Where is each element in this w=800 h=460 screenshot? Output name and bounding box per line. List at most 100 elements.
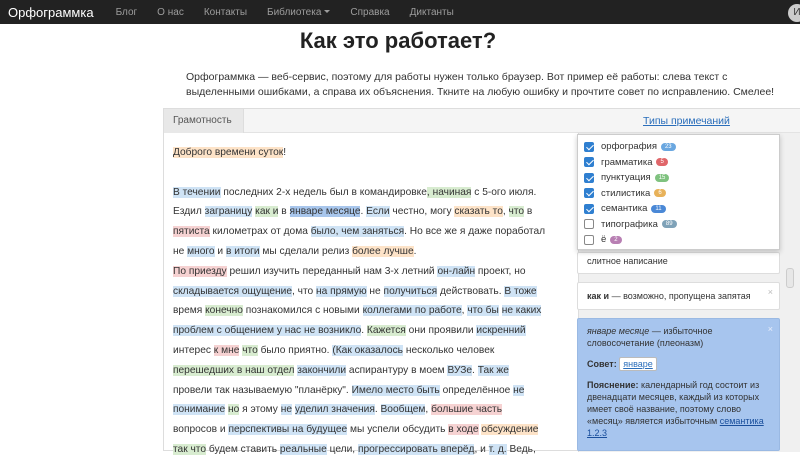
user-avatar[interactable]: И xyxy=(788,4,800,22)
error-mark[interactable]: заграницу xyxy=(204,206,253,218)
text-span: Ездил xyxy=(173,206,205,218)
error-mark[interactable]: было, чем заняться xyxy=(310,226,405,238)
error-mark[interactable]: ВУЗе xyxy=(447,364,473,376)
filter-label: семантика xyxy=(601,203,648,215)
error-mark[interactable]: Имело место быть xyxy=(351,384,440,396)
error-mark[interactable]: так что xyxy=(173,443,207,455)
filter-yo[interactable]: ё2 xyxy=(584,232,773,248)
text-span: . xyxy=(413,245,417,257)
filter-label: орфография xyxy=(601,141,657,153)
note-types-link[interactable]: Типы примечаний xyxy=(643,115,730,127)
checkbox-unchecked-icon[interactable] xyxy=(584,234,594,245)
error-mark[interactable]: складывается ощущение xyxy=(173,285,292,297)
nav-library[interactable]: Библиотека xyxy=(267,7,331,18)
count-badge: 11 xyxy=(651,204,666,213)
error-mark[interactable]: По приезду xyxy=(173,265,227,277)
error-mark[interactable]: пятиста xyxy=(173,226,210,238)
text-span: километрах от дома xyxy=(209,226,311,238)
error-mark[interactable]: что xyxy=(508,206,525,218)
error-mark[interactable]: что бы xyxy=(467,305,499,317)
filter-grammar[interactable]: грамматика 5 xyxy=(584,155,773,171)
error-mark[interactable]: не xyxy=(513,384,525,396)
brand-logo[interactable]: Орфограммка xyxy=(8,5,94,20)
error-mark[interactable]: он-лайн xyxy=(437,265,476,277)
error-mark[interactable]: не xyxy=(280,404,293,416)
error-mark[interactable]: т. д. xyxy=(488,443,507,455)
error-mark[interactable]: , начиная xyxy=(426,186,472,198)
error-mark[interactable]: реальные xyxy=(279,443,327,455)
error-mark[interactable]: к мне xyxy=(213,344,240,356)
error-mark[interactable]: в итоги xyxy=(225,245,260,257)
filter-style[interactable]: стилистика 6 xyxy=(584,186,773,202)
filter-spelling[interactable]: орфография 23 xyxy=(584,139,773,155)
error-mark[interactable]: сказать то xyxy=(454,206,503,218)
checkbox-checked-icon[interactable] xyxy=(584,157,594,168)
error-mark[interactable]: на прямую xyxy=(316,285,367,297)
error-mark[interactable]: более лучше xyxy=(352,245,414,257)
error-mark[interactable]: Так же xyxy=(477,364,509,376)
error-mark[interactable]: проблем с общением у нас не возникло xyxy=(173,325,362,337)
nav-about[interactable]: О нас xyxy=(157,7,184,18)
text-span: . xyxy=(374,404,381,416)
nav-blog[interactable]: Блог xyxy=(116,7,138,18)
filter-punctuation[interactable]: пунктуация 15 xyxy=(584,170,773,186)
error-mark[interactable]: не каких xyxy=(501,305,542,317)
error-mark[interactable]: как и xyxy=(255,206,279,218)
error-mark[interactable]: В тоже xyxy=(504,285,537,297)
checkbox-checked-icon[interactable] xyxy=(584,188,594,199)
error-mark[interactable]: искренний xyxy=(476,325,526,337)
checkbox-checked-icon[interactable] xyxy=(584,203,594,214)
error-mark[interactable]: конечно xyxy=(205,305,243,317)
checkbox-checked-icon[interactable] xyxy=(584,141,594,152)
error-mark[interactable]: перешедших в наш отдел xyxy=(173,364,295,376)
text-span: время xyxy=(173,305,206,317)
text-span: . xyxy=(472,364,478,376)
checkbox-checked-icon[interactable] xyxy=(584,172,594,183)
nav-contacts[interactable]: Контакты xyxy=(204,7,247,18)
error-mark[interactable]: обсуждение xyxy=(481,424,539,436)
text-span: в xyxy=(278,206,290,218)
error-mark[interactable]: много xyxy=(187,245,215,257)
note-card-3-active[interactable]: × январе месяце — избыточное словосочета… xyxy=(577,318,780,451)
checked-text: Доброго времени суток! В течении последн… xyxy=(173,143,553,460)
tab-grammar[interactable]: Грамотность xyxy=(164,109,244,133)
error-mark[interactable]: (Как оказалось xyxy=(332,344,403,356)
rule-link[interactable]: семантика xyxy=(720,416,764,426)
error-mark[interactable]: перспективы на будущее xyxy=(228,424,348,436)
note-card-2[interactable]: как и — возможно, пропущена запятая × xyxy=(577,282,780,310)
notes-scrollbar[interactable] xyxy=(786,268,794,288)
filter-label: грамматика xyxy=(601,156,653,168)
nav-dictations[interactable]: Диктанты xyxy=(410,7,454,18)
filter-typography[interactable]: типографика 89 xyxy=(584,217,773,233)
text-span: в xyxy=(524,206,533,218)
error-mark[interactable]: Если xyxy=(366,206,390,218)
filter-label: типографика xyxy=(601,218,658,230)
text-span: проект, но xyxy=(475,265,526,277)
error-mark[interactable]: Кажется xyxy=(366,325,406,337)
nav-help[interactable]: Справка xyxy=(350,7,389,18)
checkbox-unchecked-icon[interactable] xyxy=(584,219,594,230)
error-mark[interactable]: Доброго времени суток xyxy=(173,147,284,158)
error-mark[interactable]: в ходе xyxy=(448,424,479,436)
error-mark[interactable]: Вообщем xyxy=(380,404,426,416)
close-icon[interactable]: × xyxy=(768,287,773,297)
error-mark[interactable]: В течении xyxy=(173,186,221,198)
error-mark-selected[interactable]: январе месяце xyxy=(289,206,361,218)
text-span: провели так называемую "планёрку". xyxy=(173,384,352,396)
error-mark[interactable]: большие часть xyxy=(431,404,503,416)
error-mark[interactable]: получиться xyxy=(383,285,438,297)
suggestion-button[interactable]: январе xyxy=(619,357,657,371)
error-mark[interactable]: прогрессировать вперёд xyxy=(357,443,475,455)
count-badge: 6 xyxy=(654,189,666,198)
rule-number-link[interactable]: 1.2.3 xyxy=(587,428,607,438)
close-icon[interactable]: × xyxy=(768,323,773,335)
error-mark[interactable]: коллегами по работе xyxy=(362,305,462,317)
error-mark[interactable]: закончили xyxy=(297,364,347,376)
count-badge: 5 xyxy=(656,158,668,167)
error-mark[interactable]: что xyxy=(242,344,258,356)
error-mark[interactable]: понимание xyxy=(173,404,226,416)
note-card-1[interactable]: слитное написание xyxy=(577,252,780,274)
filter-semantics[interactable]: семантика 11 xyxy=(584,201,773,217)
error-mark[interactable]: уделил значения xyxy=(294,404,375,416)
error-mark[interactable]: но xyxy=(228,404,240,416)
